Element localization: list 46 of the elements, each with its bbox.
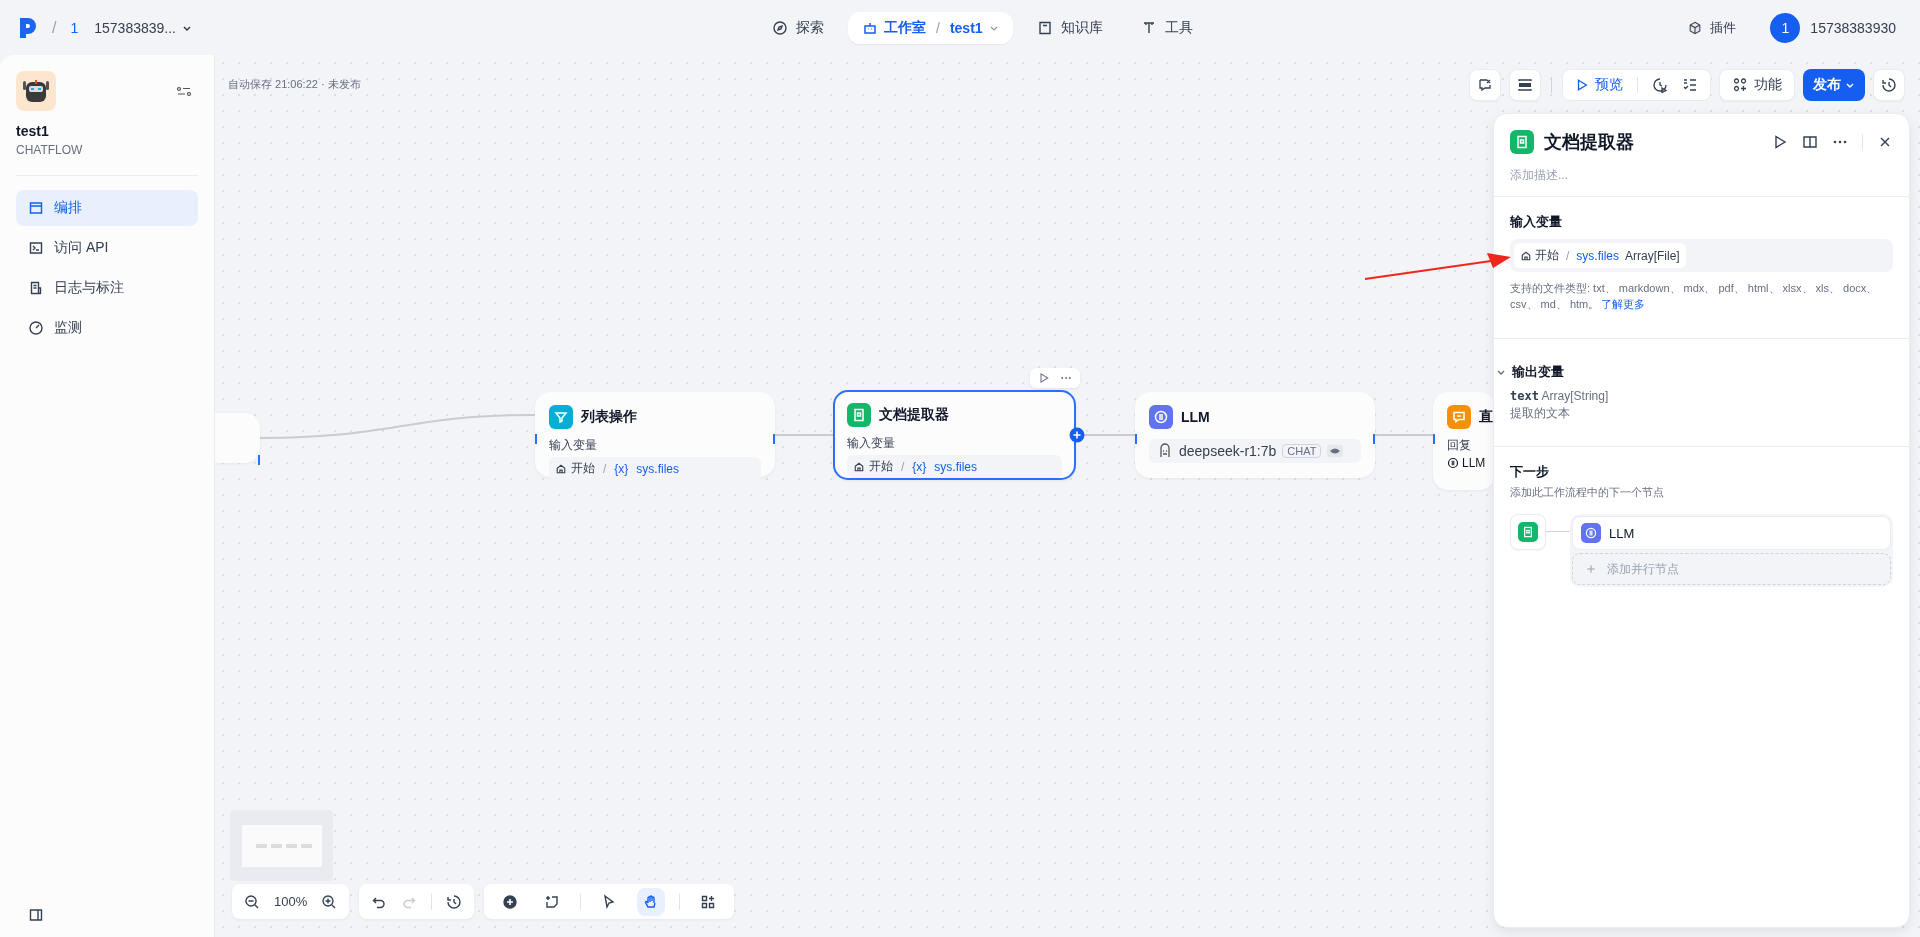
next-step-hint: 添加此工作流程中的下一个节点 [1510, 485, 1665, 500]
workflow-node[interactable]: 文档提取器 输入变量 开始 / {x} sys.files [833, 390, 1076, 480]
publish-button[interactable]: 发布 [1803, 69, 1865, 101]
nav-tab[interactable]: 工作室 / test1 [848, 11, 1013, 44]
workflow-node[interactable]: LLM deepseek-r1:7b CHAT [1135, 392, 1375, 478]
learn-more-link[interactable]: 了解更多 [1601, 298, 1646, 310]
variable-description: 提取的文本 [1510, 405, 1571, 422]
next-node-item[interactable]: LLM [1572, 516, 1891, 550]
user-name[interactable]: 15738383930 [1810, 19, 1896, 36]
breadcrumb-separator: / [52, 18, 57, 37]
app-type: CHATFLOW [16, 143, 84, 157]
node-title: 直 [1479, 408, 1493, 426]
node-title: 列表操作 [581, 408, 637, 426]
variable-chip: 开始 / {x} sys.files [549, 457, 761, 480]
supported-types-text: 支持的文件类型: txt、 markdown、 mdx、 pdf、 html、 xlsx、 xls、 docx、 csv、 md、 htm。 了解更多 [1510, 281, 1879, 312]
node-section-label: 回复 [1447, 437, 1472, 454]
node-section-label: 输入变量 [847, 435, 896, 452]
features-button[interactable]: 功能 [1719, 69, 1795, 101]
section-title: 输入变量 [1510, 213, 1563, 231]
variable-type: Array[String] [1541, 389, 1609, 403]
variable-field[interactable]: 开始 / sys.files Array[File] [1510, 239, 1893, 272]
variable-name: text [1510, 389, 1539, 403]
sidebar-item[interactable]: 监测 [16, 310, 198, 346]
sidebar-item[interactable]: 编排 [16, 190, 198, 226]
plugins-button[interactable]: 插件 [1688, 18, 1737, 37]
user-avatar[interactable]: 1 [1770, 12, 1801, 43]
model-selector: deepseek-r1:7b CHAT [1149, 439, 1361, 463]
workflow-node[interactable]: 列表操作 输入变量 开始 / {x} sys.files [535, 392, 775, 477]
node-title: 文档提取器 [879, 406, 949, 424]
section-title: 下一步 [1510, 463, 1550, 481]
preview-button[interactable]: 预览 [1575, 76, 1623, 94]
autosave-status: 自动保存 21:06:22 · 未发布 [228, 77, 361, 92]
sidebar-item[interactable]: 访问 API [16, 230, 198, 266]
nav-tab[interactable]: 知识库 [1022, 10, 1117, 45]
workflow-node[interactable]: 直 回复 LLM [1433, 392, 1495, 490]
zoom-level[interactable]: 100% [274, 894, 308, 909]
sidebar-item[interactable]: 日志与标注 [16, 270, 198, 306]
nav-tab[interactable]: 工具 [1126, 10, 1207, 45]
variable-chip: 开始 / {x} sys.files [847, 455, 1062, 478]
node-section-label: 输入变量 [549, 437, 598, 454]
panel-title[interactable]: 文档提取器 [1544, 130, 1634, 154]
section-title: 输出变量 [1512, 363, 1564, 381]
app-name: test1 [16, 123, 50, 139]
workspace-selector[interactable]: 1 157383839... [70, 19, 192, 36]
node-title: LLM [1181, 409, 1210, 425]
nav-tab[interactable]: 探索 [758, 10, 838, 45]
